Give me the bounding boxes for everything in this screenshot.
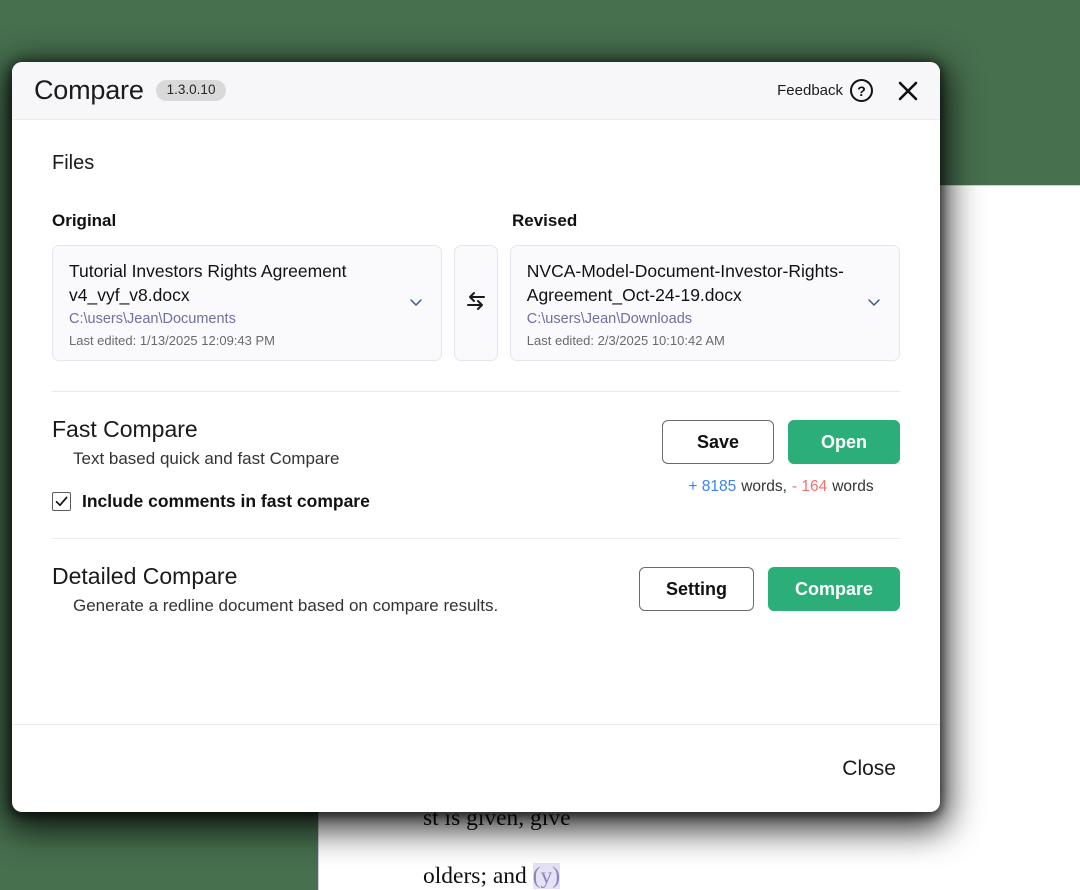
original-column-label: Original <box>52 211 512 231</box>
page-title: Compare <box>34 75 144 106</box>
file-column-headers: Original Revised <box>52 211 900 231</box>
detailed-compare-subtitle: Generate a redline document based on com… <box>73 596 639 616</box>
file-selection-row: Tutorial Investors Rights Agreement v4_v… <box>52 245 900 361</box>
dialog-footer: Close <box>12 724 940 812</box>
fast-compare-subtitle: Text based quick and fast Compare <box>73 449 662 469</box>
original-file-path: C:\users\Jean\Documents <box>69 310 397 329</box>
include-comments-checkbox-row[interactable]: Include comments in fast compare <box>52 491 662 512</box>
words-added-count: + 8185 <box>688 478 736 496</box>
original-file-name: Tutorial Investors Rights Agreement v4_v… <box>69 259 397 307</box>
chevron-down-icon[interactable] <box>407 293 425 316</box>
original-file-card[interactable]: Tutorial Investors Rights Agreement v4_v… <box>52 245 442 361</box>
fast-compare-section: Fast Compare Text based quick and fast C… <box>52 392 900 512</box>
swap-arrows-icon <box>464 289 488 318</box>
swap-files-button[interactable] <box>454 245 498 361</box>
include-comments-label: Include comments in fast compare <box>82 491 370 512</box>
checkbox-checked-icon[interactable] <box>52 492 71 511</box>
open-button[interactable]: Open <box>788 420 900 464</box>
detailed-compare-section: Detailed Compare Generate a redline docu… <box>52 539 900 616</box>
close-button[interactable]: Close <box>842 757 896 781</box>
feedback-label[interactable]: Feedback <box>777 82 843 99</box>
detailed-compare-title: Detailed Compare <box>52 563 639 590</box>
revised-file-name: NVCA-Model-Document-Investor-Rights-Agre… <box>527 259 855 307</box>
word-count-summary: + 8185 words, - 164 words <box>688 478 873 496</box>
compare-button[interactable]: Compare <box>768 567 900 611</box>
dialog-body: Files Original Revised Tutorial Investor… <box>12 120 940 724</box>
version-badge: 1.3.0.10 <box>156 80 227 101</box>
dialog-titlebar: Compare 1.3.0.10 Feedback ? <box>12 62 940 120</box>
question-circle-icon[interactable]: ? <box>850 79 873 102</box>
compare-dialog: Compare 1.3.0.10 Feedback ? Files Origin… <box>12 62 940 812</box>
setting-button[interactable]: Setting <box>639 567 754 611</box>
titlebar-actions: Feedback ? <box>777 77 922 105</box>
save-button[interactable]: Save <box>662 420 774 464</box>
original-file-last-edited: Last edited: 1/13/2025 12:09:43 PM <box>69 332 397 349</box>
chevron-down-icon[interactable] <box>865 293 883 316</box>
files-section-label: Files <box>52 152 900 175</box>
revised-file-path: C:\users\Jean\Downloads <box>527 310 855 329</box>
words-added-suffix: words, <box>741 478 787 496</box>
close-icon[interactable] <box>894 77 922 105</box>
revised-file-card[interactable]: NVCA-Model-Document-Investor-Rights-Agre… <box>510 245 900 361</box>
fast-compare-title: Fast Compare <box>52 416 662 443</box>
words-removed-suffix: words <box>832 478 873 496</box>
revised-column-label: Revised <box>512 211 577 231</box>
words-removed-count: - 164 <box>792 478 827 496</box>
revised-file-last-edited: Last edited: 2/3/2025 10:10:42 AM <box>527 332 855 349</box>
